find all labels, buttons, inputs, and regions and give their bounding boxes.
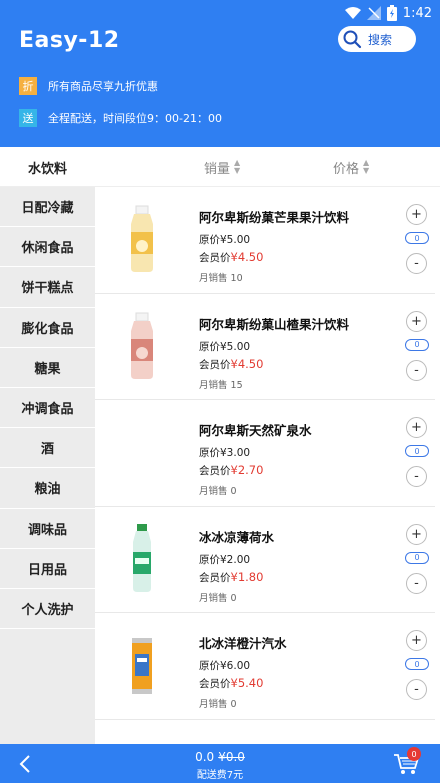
product-item[interactable]: 冰冰凉薄荷水 原价¥2.00 会员价¥1.80 月销售 0 + 0 -	[95, 507, 435, 613]
sidebar-item-snacks[interactable]: 休闲食品	[0, 227, 95, 268]
category-sidebar: 日配冷藏 休闲食品 饼干糕点 膨化食品 糖果 冲调食品 酒 粮油 调味品 日用品…	[0, 187, 95, 744]
total-amount: 0.0	[195, 750, 215, 764]
monthly-sales: 月销售 0	[199, 486, 237, 497]
quantity-badge: 0	[405, 232, 429, 244]
promo-text: 全程配送，时间段位9：00-21：00	[48, 112, 222, 125]
sidebar-item-alcohol[interactable]: 酒	[0, 428, 95, 469]
increase-quantity-button[interactable]: +	[406, 523, 427, 545]
battery-charging-icon	[386, 5, 397, 21]
no-signal-icon	[366, 6, 381, 20]
search-icon	[343, 30, 362, 49]
product-item[interactable]: 阿尔卑斯天然矿泉水 原价¥3.00 会员价¥2.70 月销售 0 + 0 -	[95, 400, 435, 507]
sidebar-item-candy[interactable]: 糖果	[0, 348, 95, 388]
increase-quantity-button[interactable]: +	[406, 630, 427, 651]
sort-arrows-icon: ▲ ▼	[363, 158, 370, 175]
sidebar-item-personal-care[interactable]: 个人洗护	[0, 589, 95, 630]
original-price: 原价¥5.00	[199, 340, 251, 353]
delivery-fee: 配送费7元	[196, 770, 244, 781]
search-label: 搜索	[368, 32, 393, 47]
sort-by-price[interactable]: 价格 ▲ ▼	[333, 147, 369, 187]
cart-count-badge: 0	[407, 747, 421, 761]
current-category[interactable]: 水饮料	[0, 147, 95, 187]
decrease-quantity-button[interactable]: -	[406, 359, 427, 381]
product-item[interactable]: 北冰洋橙汁汽水 原价¥6.00 会员价¥5.40 月销售 0 + 0 -	[95, 613, 435, 720]
delivery-tag: 送	[19, 109, 37, 127]
quantity-badge: 0	[405, 338, 429, 351]
product-name: 冰冰凉薄荷水	[199, 529, 275, 545]
sort-by-sales[interactable]: 销量 ▲ ▼	[204, 147, 240, 187]
original-price: 原价¥6.00	[199, 660, 251, 672]
product-image	[133, 523, 151, 592]
decrease-quantity-button[interactable]: -	[406, 572, 427, 594]
product-list: 阿尔卑斯纷菓芒果果汁饮料 原价¥5.00 会员价¥4.50 月销售 10 + 0…	[95, 187, 440, 720]
product-name: 阿尔卑斯纷菓芒果果汁饮料	[199, 210, 350, 225]
status-bar: 1:42	[344, 3, 432, 23]
product-name: 阿尔卑斯纷菓山楂果汁饮料	[199, 316, 350, 332]
sidebar-item-puffed[interactable]: 膨化食品	[0, 308, 95, 348]
original-price: 原价¥2.00	[199, 553, 251, 566]
member-price: 会员价¥2.70	[199, 463, 264, 477]
sort-sales-label: 销量	[204, 161, 231, 177]
original-price: 原价¥5.00	[199, 234, 251, 246]
product-image	[132, 638, 152, 694]
quantity-badge: 0	[405, 658, 429, 670]
increase-quantity-button[interactable]: +	[406, 310, 427, 332]
decrease-quantity-button[interactable]: -	[406, 466, 427, 487]
increase-quantity-button[interactable]: +	[406, 417, 427, 438]
product-image	[131, 312, 153, 379]
cart-total: 0.0 ¥0.0	[0, 750, 440, 764]
sort-bar: 水饮料 销量 ▲ ▼ 价格 ▲ ▼	[0, 147, 440, 187]
product-item[interactable]: 阿尔卑斯纷菓芒果果汁饮料 原价¥5.00 会员价¥4.50 月销售 10 + 0…	[95, 187, 435, 294]
sidebar-item-biscuits[interactable]: 饼干糕点	[0, 267, 95, 308]
member-price: 会员价¥4.50	[199, 356, 264, 371]
sidebar-item-grain-oil[interactable]: 粮油	[0, 468, 95, 509]
member-price: 会员价¥5.40	[199, 676, 264, 690]
monthly-sales: 月销售 15	[199, 379, 243, 391]
product-name: 北冰洋橙汁汽水	[199, 636, 287, 651]
promo-delivery: 送 全程配送，时间段位9：00-21：00	[19, 109, 222, 127]
product-name: 阿尔卑斯天然矿泉水	[199, 423, 312, 438]
status-time: 1:42	[402, 5, 432, 21]
decrease-quantity-button[interactable]: -	[406, 679, 427, 700]
member-price: 会员价¥1.80	[199, 569, 264, 584]
original-total: ¥0.0	[218, 750, 245, 764]
bottom-bar: 0.0 ¥0.0 配送费7元 0	[0, 744, 440, 783]
monthly-sales: 月销售 0	[199, 592, 237, 604]
sidebar-item-daily-goods[interactable]: 日用品	[0, 549, 95, 589]
monthly-sales: 月销售 0	[199, 699, 237, 710]
decrease-quantity-button[interactable]: -	[406, 253, 427, 274]
original-price: 原价¥3.00	[199, 447, 251, 459]
product-image	[131, 205, 153, 272]
wifi-icon	[344, 7, 361, 19]
sort-arrows-icon: ▲ ▼	[234, 158, 241, 175]
search-button[interactable]: 搜索	[338, 26, 416, 52]
promo-discount: 折 所有商品尽享九折优惠	[19, 77, 158, 95]
member-price: 会员价¥4.50	[199, 250, 264, 264]
sidebar-item-condiments[interactable]: 调味品	[0, 509, 95, 549]
app-header: 1:42 Easy-12 搜索 折 所有商品尽享九折优惠 送 全程配送，时间段位…	[0, 0, 440, 147]
sidebar-item-chilled[interactable]: 日配冷藏	[0, 187, 95, 228]
monthly-sales: 月销售 10	[199, 273, 243, 284]
discount-tag: 折	[19, 77, 37, 95]
increase-quantity-button[interactable]: +	[406, 204, 427, 225]
promo-text: 所有商品尽享九折优惠	[48, 80, 158, 93]
sidebar-item-instant-drinks[interactable]: 冲调食品	[0, 388, 95, 429]
quantity-badge: 0	[405, 551, 429, 564]
product-item[interactable]: 阿尔卑斯纷菓山楂果汁饮料 原价¥5.00 会员价¥4.50 月销售 15 + 0…	[95, 294, 435, 400]
sort-price-label: 价格	[333, 161, 360, 177]
quantity-badge: 0	[405, 445, 429, 457]
app-title: Easy-12	[19, 28, 120, 53]
